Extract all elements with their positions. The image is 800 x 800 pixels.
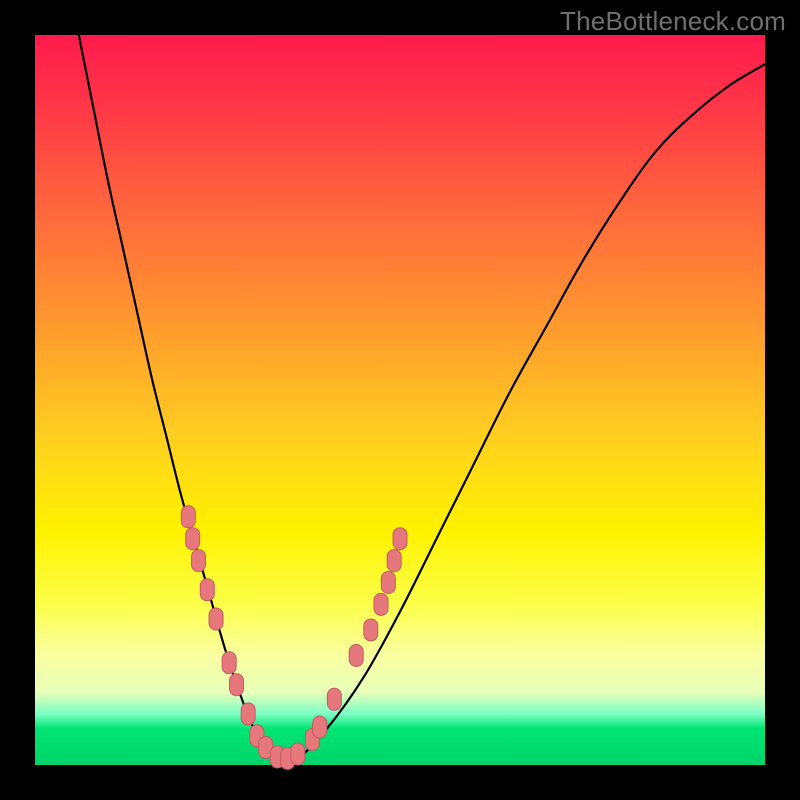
data-marker: [222, 652, 236, 674]
data-marker: [349, 645, 363, 667]
data-marker: [192, 550, 206, 572]
data-marker: [387, 550, 401, 572]
data-marker: [200, 579, 214, 601]
data-marker: [393, 528, 407, 550]
data-marker: [186, 528, 200, 550]
data-marker: [229, 674, 243, 696]
chart-frame: TheBottleneck.com: [0, 0, 800, 800]
chart-svg: [35, 35, 765, 765]
data-marker: [327, 688, 341, 710]
data-marker: [209, 608, 223, 630]
data-marker: [364, 619, 378, 641]
data-marker: [381, 572, 395, 594]
chart-markers: [181, 506, 407, 770]
data-marker: [291, 743, 305, 765]
chart-plot-area: [35, 35, 765, 765]
data-marker: [241, 703, 255, 725]
watermark-text: TheBottleneck.com: [560, 6, 786, 37]
chart-curve: [79, 35, 765, 762]
data-marker: [181, 506, 195, 528]
data-marker: [374, 593, 388, 615]
data-marker: [313, 716, 327, 738]
